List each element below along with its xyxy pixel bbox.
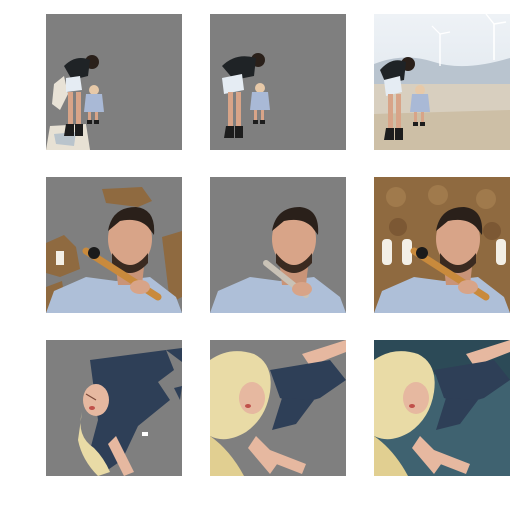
mother-child-image [210,14,346,150]
tile-mother-child-masked-artifacts [46,14,182,150]
tile-blonde-woman-masked-clean [210,340,346,476]
blonde-woman-image [374,340,510,476]
tile-man-flute-original [374,177,510,313]
tile-mother-child-masked-clean [210,14,346,150]
blonde-woman-image [210,340,346,476]
man-flute-image [46,177,182,313]
figure-grid [0,0,520,510]
tile-man-flute-masked-artifacts [46,177,182,313]
tile-blonde-woman-masked-artifacts [46,340,182,476]
tile-blonde-woman-original [374,340,510,476]
tile-mother-child-original [374,14,510,150]
blonde-woman-image [46,340,182,476]
man-flute-image [210,177,346,313]
man-flute-image [374,177,510,313]
tile-man-flute-masked-clean [210,177,346,313]
mother-child-image [46,14,182,150]
mother-child-image [374,14,510,150]
